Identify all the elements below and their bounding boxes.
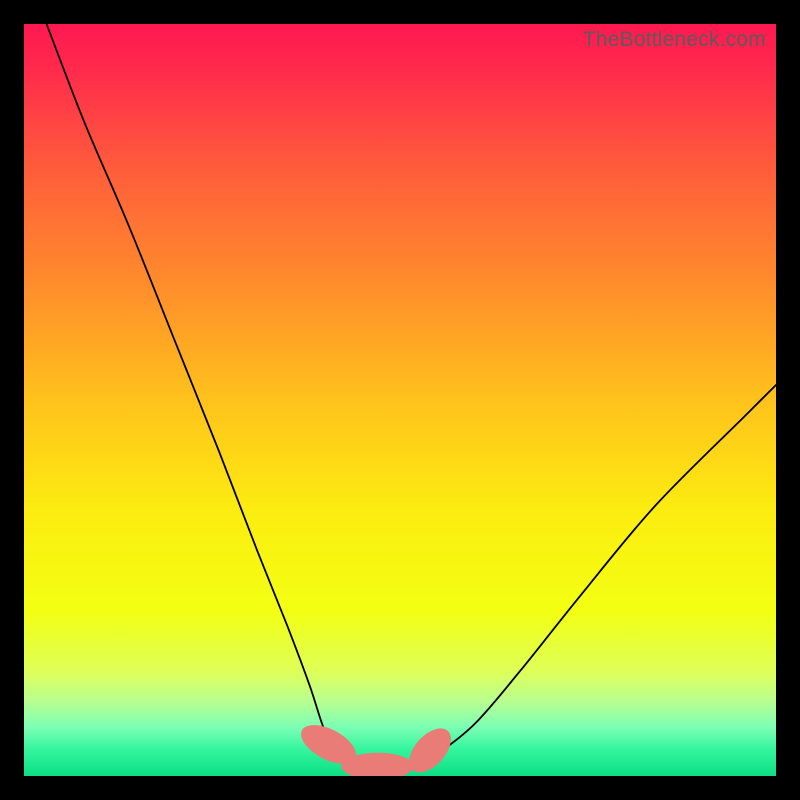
marker-layer — [295, 717, 459, 776]
plot-area: TheBottleneck.com — [24, 24, 776, 776]
curve-layer — [24, 24, 776, 776]
bottleneck-curve — [47, 24, 776, 766]
chart-frame: TheBottleneck.com — [0, 0, 800, 800]
watermark-text: TheBottleneck.com — [583, 28, 766, 52]
